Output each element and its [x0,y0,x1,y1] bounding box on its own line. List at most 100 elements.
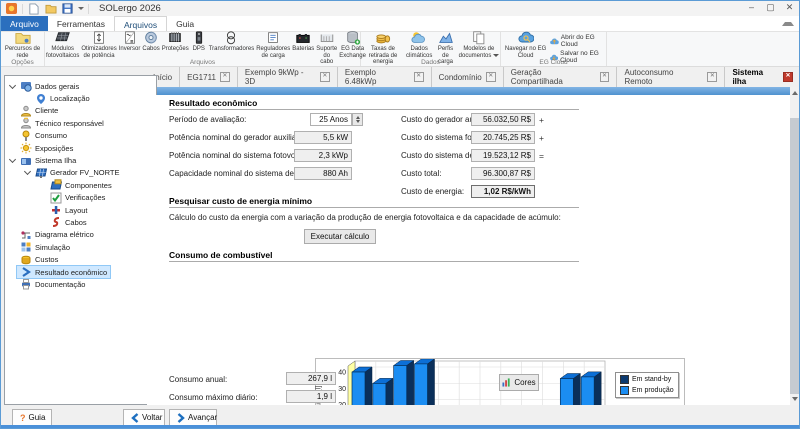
map-pin-icon [35,93,47,105]
tree-item-localiza-o[interactable]: Localização [5,92,156,104]
ribbon-button-cloud-navigate[interactable]: Navegar no EG Cloud [501,32,550,59]
tree-item-exposi-es[interactable]: Exposições [5,142,156,154]
ribbon-button-cloud-open[interactable]: Abrir do EG Cloud [550,34,606,48]
ribbon-tab-arquivos[interactable]: Arquivos [114,16,167,31]
field-value: 2,3 kWp [294,149,352,162]
tree-item-dados-gerais[interactable]: Dados gerais [5,80,156,92]
ribbon-button-protections[interactable]: Proteções [161,32,190,53]
close-tab-icon[interactable]: ✕ [320,72,330,82]
electrical-diagram-icon [20,229,32,241]
ribbon-button-label: Percursos de rede [2,46,43,59]
document-tab-gera-o-compartilhada[interactable]: Geração Compartilhada ✕ [504,67,618,87]
ribbon-button-inverter[interactable]: Inversor [118,32,142,53]
pv-generator-icon [35,167,47,179]
executar-calculo-button[interactable]: Executar cálculo [304,229,376,244]
tree-item-documenta-o[interactable]: Documentação [5,278,156,290]
guia-button[interactable]: ? Guia [12,409,52,426]
tree-expander-icon[interactable] [23,171,32,174]
close-tab-icon[interactable]: ✕ [600,72,610,82]
ribbon-button-climate-data[interactable]: Dados climáticos [405,32,433,59]
close-tab-icon[interactable]: ✕ [707,72,717,82]
new-document-icon[interactable] [27,2,40,15]
ribbon-button-dps[interactable]: DPS [190,32,208,53]
scrollbar-thumb[interactable] [790,118,800,394]
title-bar: SOLergo 2026 – ▢ ✕ [1,1,800,16]
tree-item-cabos[interactable]: Cabos [5,216,156,228]
ribbon-collapse-icon[interactable] [782,18,794,26]
tree-item-consumo[interactable]: Consumo [5,130,156,142]
scroll-down-icon[interactable] [792,397,798,401]
tree-item-diagrama-el-trico[interactable]: Diagrama elétrico [5,229,156,241]
field-value: 1,02 R$/kWh [471,185,535,198]
close-tab-icon[interactable]: ✕ [414,72,424,82]
tree-item-verifica-es[interactable]: Verificações [5,192,156,204]
field-value: 96.300,87 R$ [471,167,535,180]
tree-item-simula-o[interactable]: Simulação [5,241,156,253]
ribbon-button-transformers[interactable]: Transformadores [208,32,255,53]
ribbon-button-batteries[interactable]: Baterias [291,32,315,53]
document-tab-exemplo-9kwp-3d[interactable]: Exemplo 9kWp - 3D✕ [238,67,338,87]
field-value: 880 Ah [294,167,352,180]
ribbon-button-network-folder[interactable]: Percursos de rede [1,32,44,59]
tree-item-componentes[interactable]: Componentes [5,179,156,191]
tree-item-gerador-fv-norte[interactable]: Gerador FV_NORTE [5,167,156,179]
ribbon-tab-guia[interactable]: Guia [167,16,203,31]
document-tab-sistema-ilha[interactable]: Sistema ilha✕ [725,67,800,87]
max-daily-consumption-value: 1,9 l [286,390,336,403]
ribbon-button-cables-round[interactable]: Cabos [141,32,160,53]
spin-up-icon[interactable] [356,116,360,119]
periodo-avaliacao-input[interactable]: 25 Anos [310,113,352,126]
close-tab-icon[interactable]: ✕ [220,72,230,82]
forward-icon [177,413,185,423]
tree-item-resultado-econ-mico[interactable]: Resultado econômico [5,266,156,278]
document-tab-autoconsumo-remoto[interactable]: Autoconsumo Remoto✕ [617,67,725,87]
ribbon-button-label: Módulos fotovoltaicos [46,46,79,59]
tree-item-t-cnico-respons-vel[interactable]: Técnico responsável [5,117,156,129]
document-tab-eg1711[interactable]: EG1711✕ [180,67,238,87]
protections-icon [167,30,183,46]
divider [22,4,23,14]
vertical-scrollbar[interactable] [790,87,800,405]
ribbon-button-doc-templates[interactable]: Modelos de documentos [458,32,500,59]
voltar-button[interactable]: Voltar [123,409,165,426]
ribbon-tab-arquivo[interactable]: Arquivo [1,16,48,31]
periodo-avaliacao-stepper[interactable] [352,113,363,126]
ribbon-button-pv-module[interactable]: Módulos fotovoltaicos [45,32,80,59]
ribbon-button-label: Inversor [119,46,141,53]
maximize-button[interactable]: ▢ [761,1,780,14]
close-tab-icon[interactable]: ✕ [783,72,793,82]
tree-item-label: Layout [65,206,88,215]
avancar-button[interactable]: Avançar [169,409,217,426]
spin-down-icon[interactable] [356,120,360,123]
quick-access-dropdown-icon[interactable] [78,7,84,10]
main-content: Resultado econômico Período de avaliação… [147,95,790,405]
cores-button[interactable]: Cores [499,374,539,391]
tree-item-custos[interactable]: Custos [5,253,156,265]
tree-item-layout[interactable]: Layout [5,204,156,216]
document-tab-condom-nio[interactable]: Condomínio✕ [432,67,504,87]
document-tab-label: Geração Compartilhada [511,68,596,86]
close-tab-icon[interactable]: ✕ [486,72,496,82]
tree-item-cliente[interactable]: Cliente [5,105,156,117]
open-folder-icon[interactable] [44,2,57,15]
network-folder-icon [15,30,31,46]
ribbon-group-label: Opções [1,59,44,66]
navigation-tree: Dados geraisLocalizaçãoClienteTécnico re… [4,75,157,405]
ribbon-button-label: Otimizadores de potência [81,46,116,59]
tree-item-sistema-ilha[interactable]: Sistema Ilha [5,154,156,166]
ribbon-tab-ferramentas[interactable]: Ferramentas [48,16,114,31]
ribbon-button-power-optimizer[interactable]: Otimizadores de potência [80,32,117,59]
ribbon-button-label: DPS [193,46,205,53]
document-tab-exemplo-6-48kwp[interactable]: Exemplo 6.48kWp✕ [338,67,432,87]
scroll-up-icon[interactable] [792,91,798,95]
save-icon[interactable] [61,2,74,15]
tree-expander-icon[interactable] [8,85,17,88]
tree-item-label: Gerador FV_NORTE [50,168,119,177]
section-title-combustivel: Consumo de combustível [169,250,272,260]
ribbon-group-dados: Taxas de retirada de energiaDados climát… [361,32,501,66]
ribbon-button-charge-regulator[interactable]: Reguladores de carga [255,32,291,59]
tree-expander-icon[interactable] [8,159,17,162]
minimize-button[interactable]: – [742,1,761,14]
close-button[interactable]: ✕ [780,1,799,14]
energy-tax-icon [375,30,391,46]
